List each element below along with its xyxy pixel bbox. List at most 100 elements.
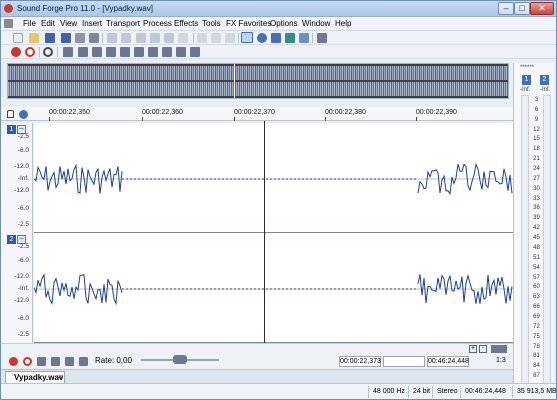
close-button[interactable]: ✕ <box>530 2 554 15</box>
mute-icon[interactable] <box>178 33 188 43</box>
snap-icon[interactable] <box>19 110 28 119</box>
rewind-fast-icon[interactable] <box>148 47 158 57</box>
record-icon[interactable] <box>11 47 21 57</box>
cursor-position[interactable]: 00:00:22,373 <box>339 356 381 367</box>
pencil-tool-icon[interactable] <box>271 33 281 43</box>
go-to-start-icon[interactable] <box>120 47 130 57</box>
horizontal-scrollbar[interactable] <box>491 345 507 353</box>
properties-icon[interactable] <box>317 33 327 43</box>
stop-button[interactable] <box>65 357 74 366</box>
redo-icon[interactable] <box>211 33 221 43</box>
record-arm-icon[interactable] <box>25 47 35 57</box>
db-label: -12.0 <box>14 163 29 170</box>
menu-process[interactable]: Process <box>143 19 172 28</box>
menu-insert[interactable]: Insert <box>82 19 102 28</box>
copy-icon[interactable] <box>121 33 131 43</box>
repeat-icon[interactable] <box>225 33 235 43</box>
meter-channel-2[interactable]: 2 <box>540 75 549 85</box>
menu-edit[interactable]: Edit <box>41 19 55 28</box>
tab-close-icon[interactable]: × <box>58 372 62 383</box>
time-tick <box>325 117 326 121</box>
meter-options[interactable]: ****** <box>520 65 534 71</box>
save-as-icon[interactable] <box>61 33 71 43</box>
paste-icon[interactable] <box>136 33 146 43</box>
cut-icon[interactable] <box>107 33 117 43</box>
time-ruler[interactable]: 00:00:22,350 00:00:22,360 00:00:22,370 0… <box>1 107 513 121</box>
meter-scale-label: 60 <box>533 284 540 291</box>
play-all-icon[interactable] <box>63 47 73 57</box>
event-tool-icon[interactable] <box>299 33 309 43</box>
menu-help[interactable]: Help <box>335 19 351 28</box>
time-label: 00:00:22,370 <box>234 109 275 116</box>
open-icon[interactable] <box>29 33 39 43</box>
magnify-tool-icon[interactable] <box>257 33 267 43</box>
menu-effects[interactable]: Effects <box>174 19 198 28</box>
lock-icon[interactable] <box>7 110 14 118</box>
pause-icon[interactable] <box>92 47 102 57</box>
toolbar-separator <box>238 33 239 43</box>
status-disk-space: 35 913,5 MB <box>512 386 557 398</box>
rate-slider-thumb[interactable] <box>173 355 187 364</box>
file-length: 00:46:24,448 <box>427 356 469 367</box>
rewind-icon[interactable] <box>134 47 144 57</box>
play-icon[interactable] <box>78 47 88 57</box>
channel-1-badge[interactable]: 1 <box>7 125 16 134</box>
stop-icon[interactable] <box>106 47 116 57</box>
title-bar[interactable]: Sound Forge Pro 11.0 - [Vypadky.wav] – □… <box>1 1 556 17</box>
db-label: -6.0 <box>17 205 29 212</box>
mix-icon[interactable] <box>150 33 160 43</box>
play-button[interactable] <box>51 357 60 366</box>
meter-scale-label: 6 <box>534 106 539 113</box>
meter-scale-label: 48 <box>533 244 540 251</box>
zoom-ratio[interactable]: 1:3 <box>496 357 506 364</box>
meter-bar <box>521 95 529 387</box>
edit-tool-icon[interactable] <box>241 32 253 43</box>
forward-icon[interactable] <box>176 47 186 57</box>
channel-2-waveform[interactable] <box>34 233 513 343</box>
envelope-tool-icon[interactable] <box>285 33 295 43</box>
zoom-out-button[interactable]: - <box>479 345 487 353</box>
go-to-start-button[interactable] <box>37 357 46 366</box>
record-button[interactable] <box>9 357 18 366</box>
document-tabs: Vypadky.wav × <box>1 369 513 383</box>
window-title: Sound Forge Pro 11.0 - [Vypadky.wav] <box>17 4 153 13</box>
time-tick <box>416 117 417 121</box>
minimize-button[interactable]: – <box>498 2 514 15</box>
menu-fx-favorites[interactable]: FX Favorites <box>226 19 271 28</box>
tab-vypadky[interactable]: Vypadky.wav × <box>5 371 65 383</box>
undo-icon[interactable] <box>197 33 207 43</box>
document-menu-icon[interactable] <box>4 19 13 28</box>
standard-toolbar <box>1 31 556 45</box>
go-to-end-icon[interactable] <box>190 47 200 57</box>
status-sample-rate: 48 000 Hz <box>368 386 410 398</box>
menu-transport[interactable]: Transport <box>106 19 140 28</box>
level-meters: ****** 1 2 -Inf. -Inf. 3 6 9 12 15 18 21 24 27 30… <box>513 63 554 387</box>
overview-bar[interactable] <box>7 63 509 99</box>
loop-icon[interactable] <box>43 47 53 57</box>
selection-end[interactable] <box>383 356 425 367</box>
go-to-end-button[interactable] <box>79 357 88 366</box>
menu-window[interactable]: Window <box>302 19 330 28</box>
meter-scale-label: 27 <box>533 175 540 182</box>
save-icon[interactable] <box>45 33 55 43</box>
db-label: -6.0 <box>17 257 29 264</box>
new-icon[interactable] <box>13 33 23 43</box>
channel-2-badge[interactable]: 2 <box>7 235 16 244</box>
menu-options[interactable]: Options <box>270 19 298 28</box>
arm-button[interactable] <box>23 357 32 366</box>
menu-tools[interactable]: Tools <box>202 19 221 28</box>
meter-channel-1[interactable]: 1 <box>522 75 531 85</box>
trim-icon[interactable] <box>164 33 174 43</box>
menu-view[interactable]: View <box>60 19 77 28</box>
menu-file[interactable]: File <box>23 19 36 28</box>
render-icon[interactable] <box>75 33 85 43</box>
forward-fast-icon[interactable] <box>162 47 172 57</box>
maximize-button[interactable]: □ <box>514 2 530 15</box>
play-cursor[interactable] <box>264 121 265 343</box>
print-icon[interactable] <box>89 33 99 43</box>
zoom-in-button[interactable]: + <box>469 345 477 353</box>
meter-scale-label: 21 <box>533 156 540 163</box>
db-label: -12.0 <box>14 273 29 280</box>
channel-1-waveform[interactable] <box>34 123 513 233</box>
meter-scale-label: 3 <box>534 97 539 103</box>
